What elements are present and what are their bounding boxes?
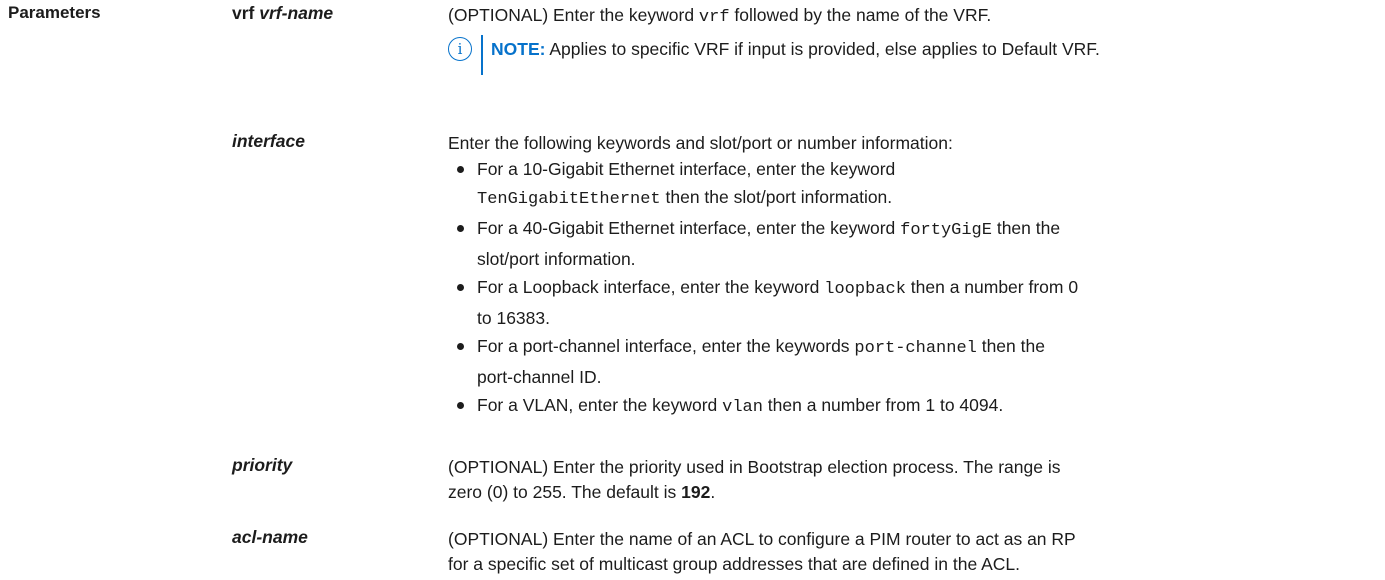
note-label: NOTE:	[491, 39, 546, 59]
desc-line: zero (0) to 255. The default is	[448, 482, 682, 502]
note-divider	[481, 35, 483, 75]
note-text: Applies to specific VRF if input is prov…	[545, 39, 1100, 59]
item-code: fortyGigE	[900, 221, 992, 240]
term-keyword: vrf	[232, 3, 255, 23]
item-text: then the	[976, 336, 1045, 356]
desc-intro: Enter the following keywords and slot/po…	[448, 133, 953, 153]
param-term-priority: priority	[232, 455, 293, 475]
default-value: 192	[681, 482, 711, 502]
desc-code: vrf	[698, 8, 730, 27]
param-desc-interface: Enter the following keywords and slot/po…	[448, 131, 1373, 422]
item-text: then the	[991, 218, 1061, 238]
item-text: port-channel ID.	[477, 367, 602, 387]
item-code: vlan	[722, 398, 763, 417]
param-term-vrf: vrf vrf-name	[232, 3, 452, 24]
item-text: to 16383.	[477, 308, 550, 328]
item-text: then the slot/port information.	[660, 187, 893, 207]
item-text: then a number from 1 to 4094.	[762, 395, 1004, 415]
desc-line: (OPTIONAL) Enter the priority used in Bo…	[448, 457, 1061, 477]
param-term-acl-name: acl-name	[232, 527, 308, 547]
bullet-dot	[457, 225, 464, 232]
list-item: For a 10-Gigabit Ethernet interface, ent…	[448, 155, 1373, 214]
interface-bullet-list: For a 10-Gigabit Ethernet interface, ent…	[448, 155, 1373, 422]
term-argument: vrf-name	[259, 3, 334, 23]
bullet-dot	[457, 343, 464, 350]
param-desc-vrf: (OPTIONAL) Enter the keyword vrf followe…	[448, 3, 1373, 75]
param-desc-acl-name: (OPTIONAL) Enter the name of an ACL to c…	[448, 527, 1373, 577]
desc-text: (OPTIONAL) Enter the keyword	[448, 5, 699, 25]
list-item: For a VLAN, enter the keyword vlan then …	[448, 391, 1373, 422]
section-label: Parameters	[8, 3, 101, 22]
list-item: For a port-channel interface, enter the …	[448, 332, 1373, 391]
item-code: port-channel	[854, 339, 977, 358]
desc-line: for a specific set of multicast group ad…	[448, 554, 1020, 574]
list-item: For a 40-Gigabit Ethernet interface, ent…	[448, 214, 1373, 273]
info-icon: i	[448, 37, 472, 61]
desc-line: .	[710, 482, 716, 502]
param-term-interface: interface	[232, 131, 305, 151]
item-text: For a port-channel interface, enter the …	[477, 336, 855, 356]
bullet-dot	[457, 284, 464, 291]
note-box: i NOTE: Applies to specific VRF if input…	[448, 35, 1373, 75]
item-text: For a VLAN, enter the keyword	[477, 395, 723, 415]
bullet-dot	[457, 166, 464, 173]
item-code: TenGigabitEthernet	[477, 190, 661, 209]
item-text: then a number from 0	[905, 277, 1079, 297]
item-text: For a 10-Gigabit Ethernet interface, ent…	[477, 159, 896, 179]
item-code: loopback	[824, 280, 906, 299]
param-desc-priority: (OPTIONAL) Enter the priority used in Bo…	[448, 455, 1373, 505]
item-text: slot/port information.	[477, 249, 636, 269]
list-item: For a Loopback interface, enter the keyw…	[448, 273, 1373, 332]
desc-text: followed by the name of the VRF.	[729, 5, 992, 25]
item-text: For a Loopback interface, enter the keyw…	[477, 277, 825, 297]
desc-line: (OPTIONAL) Enter the name of an ACL to c…	[448, 529, 1076, 549]
item-text: For a 40-Gigabit Ethernet interface, ent…	[477, 218, 901, 238]
bullet-dot	[457, 402, 464, 409]
